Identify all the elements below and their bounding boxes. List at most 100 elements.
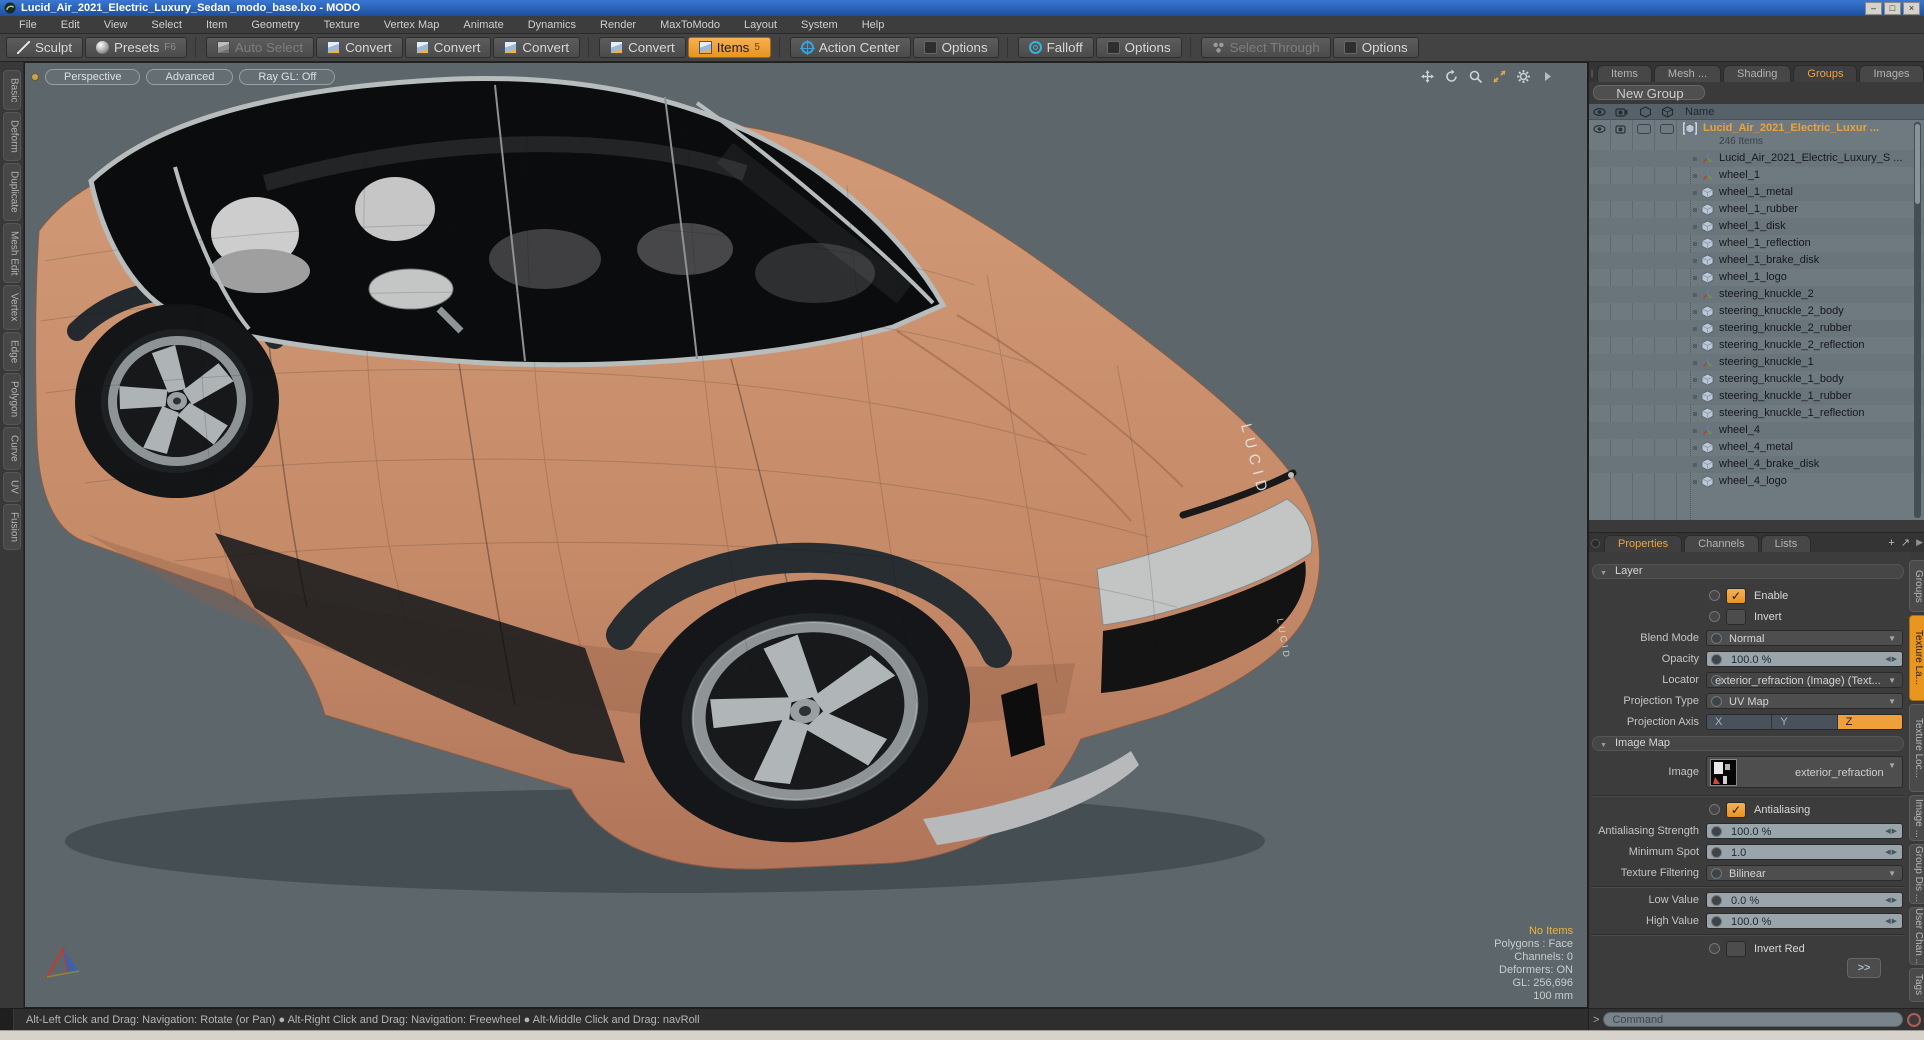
channel-dot[interactable] — [1709, 804, 1720, 815]
side-tab[interactable]: Texture Loc... — [1909, 704, 1924, 792]
menu-item[interactable]: Layout — [733, 17, 788, 33]
toolbar-button[interactable]: Falloff — [1017, 37, 1094, 58]
panel-tab[interactable]: Channels — [1684, 535, 1759, 552]
ghost-cube-icon[interactable] — [1661, 106, 1674, 118]
tree-item[interactable]: steering_knuckle_1 — [1589, 354, 1924, 371]
left-tab[interactable]: Mesh Edit — [2, 222, 21, 284]
lock-cube-icon[interactable] — [1639, 106, 1652, 118]
menu-item[interactable]: View — [93, 17, 139, 33]
channel-dot[interactable] — [1709, 943, 1720, 954]
tree-item[interactable]: steering_knuckle_2_rubber — [1589, 320, 1924, 337]
panel-tab[interactable]: Shading — [1723, 65, 1792, 82]
tree-item[interactable]: steering_knuckle_1_body — [1589, 371, 1924, 388]
viewport-mode-dot[interactable] — [31, 73, 39, 81]
menu-item[interactable]: File — [8, 17, 48, 33]
panel-tab[interactable]: Properties — [1604, 535, 1683, 552]
menu-item[interactable]: Dynamics — [517, 17, 587, 33]
panel-tab[interactable]: Groups — [1793, 65, 1858, 82]
tree-item[interactable]: steering_knuckle_2 — [1589, 286, 1924, 303]
toolbar-button[interactable]: Auto Select — [205, 37, 315, 58]
left-tab[interactable]: Curve — [2, 427, 21, 470]
left-tab[interactable]: Basic — [2, 70, 21, 111]
maximize-icon[interactable] — [1492, 69, 1507, 84]
toolbar-button[interactable]: Presets F6 — [85, 37, 187, 58]
toolbar-button[interactable]: Options — [1332, 37, 1419, 58]
record-macro-icon[interactable] — [1907, 1012, 1921, 1027]
side-tab[interactable]: Tags — [1909, 968, 1924, 1002]
menu-item[interactable]: Select — [140, 17, 193, 33]
expand-arrow-icon[interactable] — [1540, 69, 1555, 84]
panel-tab[interactable]: Mesh ... — [1653, 65, 1722, 82]
menu-item[interactable]: Texture — [313, 17, 371, 33]
minimum-spot-field[interactable]: 1.0 ◀▶ — [1706, 844, 1903, 860]
left-tab[interactable]: Polygon — [2, 373, 21, 426]
aa-strength-field[interactable]: 100.0 % ◀▶ — [1706, 823, 1903, 839]
settings-gear-icon[interactable] — [1516, 69, 1531, 84]
channel-dot[interactable] — [1709, 590, 1720, 601]
opacity-field[interactable]: 100.0 % ◀▶ — [1706, 651, 1903, 667]
toggle-box[interactable] — [1637, 124, 1651, 134]
image-dropdown[interactable]: exterior_refraction ▼ — [1706, 756, 1903, 788]
invert-red-checkbox[interactable] — [1726, 941, 1746, 957]
menu-item[interactable]: Vertex Map — [373, 17, 451, 33]
tree-item[interactable]: wheel_4_metal — [1589, 439, 1924, 456]
high-value-field[interactable]: 100.0 % ◀▶ — [1706, 913, 1903, 929]
layer-section-header[interactable]: Layer — [1592, 564, 1904, 580]
rotate-icon[interactable] — [1444, 69, 1459, 84]
toolbar-button[interactable]: Convert — [599, 37, 686, 58]
scrollbar-thumb[interactable] — [1915, 124, 1920, 204]
low-value-field[interactable]: 0.0 % ◀▶ — [1706, 892, 1903, 908]
tree-item[interactable]: steering_knuckle_1_reflection — [1589, 405, 1924, 422]
render-camera-icon[interactable] — [1615, 123, 1628, 135]
axis-z-button[interactable]: Z — [1837, 715, 1902, 729]
projection-type-dropdown[interactable]: UV Map ▼ — [1706, 693, 1903, 709]
side-tab[interactable]: Texture La... — [1909, 615, 1924, 701]
toolbar-button[interactable]: Sculpt — [6, 37, 84, 58]
toolbar-button[interactable]: Action Center — [789, 37, 911, 58]
viewport-control-button[interactable]: Advanced — [146, 69, 234, 85]
left-tab[interactable]: Vertex — [2, 285, 21, 330]
tree-item[interactable]: steering_knuckle_2_body — [1589, 303, 1924, 320]
tree-item[interactable]: wheel_1_rubber — [1589, 201, 1924, 218]
minimize-button[interactable]: – — [1865, 1, 1882, 15]
tree-item[interactable]: wheel_1_brake_disk — [1589, 252, 1924, 269]
car-model-canvas[interactable]: LUCID LUCID — [25, 63, 1588, 1008]
toolbar-button[interactable]: Convert — [316, 37, 403, 58]
tree-item[interactable]: steering_knuckle_2_reflection — [1589, 337, 1924, 354]
invert-checkbox[interactable] — [1726, 609, 1746, 625]
image-map-section-header[interactable]: Image Map — [1592, 736, 1904, 752]
enable-checkbox[interactable]: ✓ — [1726, 588, 1746, 604]
menu-item[interactable]: Animate — [452, 17, 514, 33]
menu-item[interactable]: MaxToModo — [649, 17, 731, 33]
title-bar[interactable]: Lucid_Air_2021_Electric_Luxury_Sedan_mod… — [0, 0, 1924, 16]
command-input[interactable] — [1603, 1012, 1903, 1027]
panel-tab[interactable]: Items — [1597, 65, 1652, 82]
toolbar-button[interactable]: Options — [1095, 37, 1182, 58]
close-button[interactable]: × — [1903, 1, 1920, 15]
visibility-eye-icon[interactable] — [1593, 106, 1606, 118]
channel-dot[interactable] — [1709, 611, 1720, 622]
tree-item[interactable]: steering_knuckle_1_rubber — [1589, 388, 1924, 405]
add-tab-icon[interactable]: + — [1888, 537, 1894, 549]
menu-item[interactable]: Geometry — [240, 17, 310, 33]
side-tab[interactable]: Image ... — [1909, 795, 1924, 841]
side-tab[interactable]: Group Dis ... — [1909, 844, 1924, 904]
locator-dropdown[interactable]: exterior_refraction (Image) (Text... ▼ — [1706, 672, 1903, 688]
panel-corner-widget[interactable] — [1591, 539, 1600, 548]
panel-corner-widget[interactable] — [1591, 69, 1593, 78]
menu-item[interactable]: Help — [851, 17, 896, 33]
more-options-button[interactable]: >> — [1847, 958, 1881, 978]
panel-tab[interactable]: Lists — [1760, 535, 1812, 552]
zoom-icon[interactable] — [1468, 69, 1483, 84]
left-tab[interactable]: Fusion — [2, 503, 21, 550]
tree-item[interactable]: wheel_1 — [1589, 167, 1924, 184]
tree-item[interactable]: wheel_4 — [1589, 422, 1924, 439]
axis-x-button[interactable]: X — [1707, 715, 1773, 729]
axis-y-button[interactable]: Y — [1772, 715, 1838, 729]
antialiasing-checkbox[interactable]: ✓ — [1726, 802, 1746, 818]
toolbar-button[interactable]: Convert — [404, 37, 492, 58]
viewport-control-button[interactable]: Ray GL: Off — [239, 69, 336, 85]
tree-scrollbar[interactable] — [1914, 122, 1921, 518]
blend-mode-dropdown[interactable]: Normal ▼ — [1706, 630, 1903, 646]
viewport-control-button[interactable]: Perspective — [45, 69, 141, 85]
